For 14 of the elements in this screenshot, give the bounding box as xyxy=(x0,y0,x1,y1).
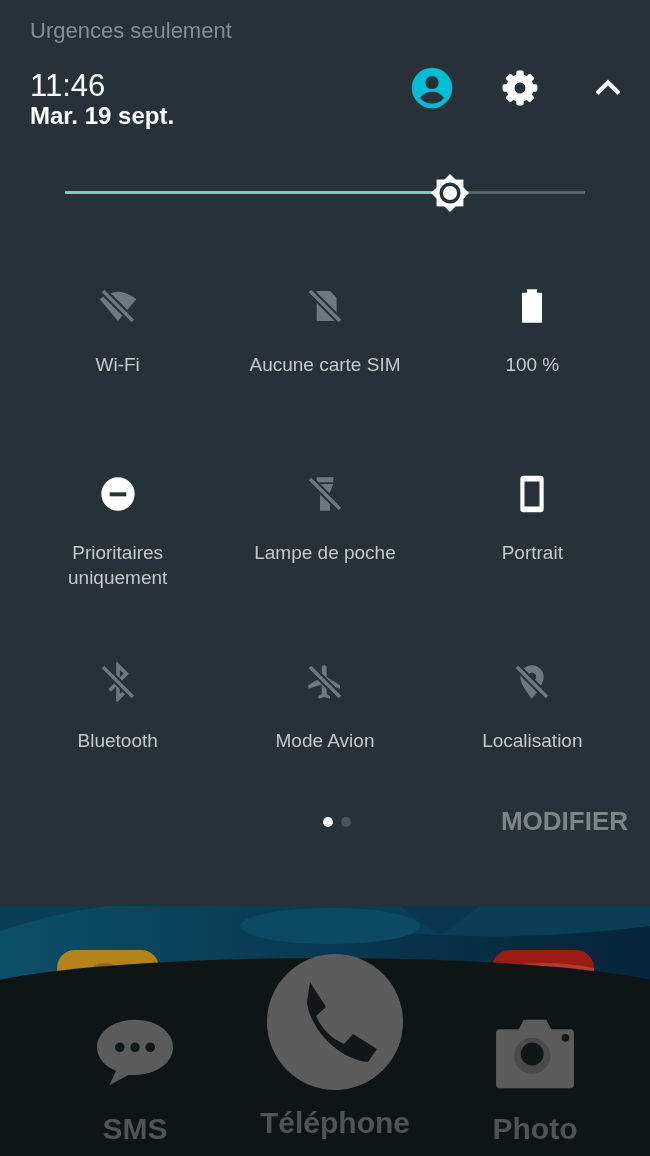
notice-text: Urgences seulement xyxy=(30,18,233,44)
tile-label[interactable]: 100 % xyxy=(505,352,560,377)
tile-label[interactable]: Mode Avion xyxy=(275,728,375,753)
tile-label[interactable]: Bluetooth xyxy=(77,728,158,753)
user-avatar-icon[interactable] xyxy=(410,66,454,110)
clock-date: Mar. 19 sept. xyxy=(30,102,176,130)
tile-label[interactable]: Lampe de poche xyxy=(254,540,396,565)
tile-label[interactable]: Aucune carte SIM xyxy=(249,352,401,377)
tile-label[interactable]: Portrait xyxy=(501,540,563,565)
clock-time: 11:46 xyxy=(30,70,107,102)
tile-label[interactable]: Prioritaires uniquement xyxy=(62,540,173,590)
tile-label[interactable]: Localisation xyxy=(482,728,583,753)
tile-label[interactable]: Wi-Fi xyxy=(95,352,140,377)
edit-button[interactable]: MODIFIER xyxy=(500,806,628,837)
